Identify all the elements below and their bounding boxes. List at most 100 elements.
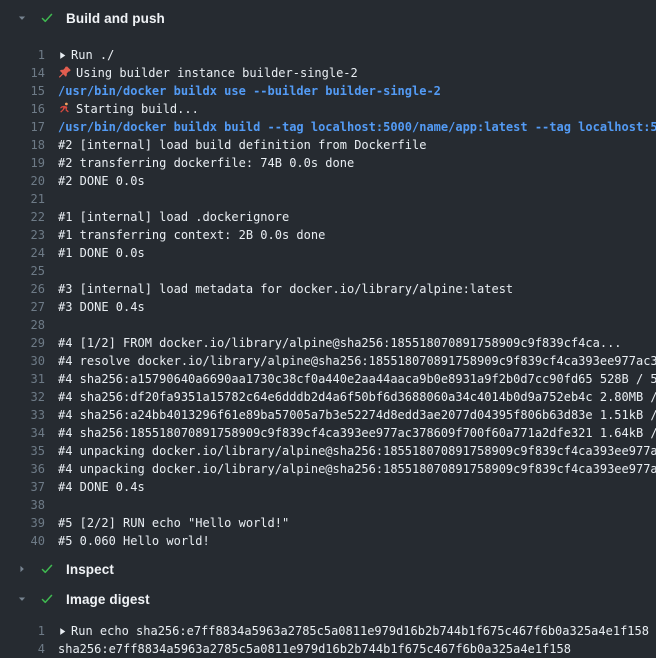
line-number[interactable]: 15: [0, 82, 45, 100]
line-text: #4 unpacking docker.io/library/alpine@sh…: [58, 460, 656, 478]
line-content: #4 unpacking docker.io/library/alpine@sh…: [58, 462, 656, 476]
log-section-build-and-push: Build and push 1 Run ./ 14 Using builder…: [0, 0, 656, 554]
line-number[interactable]: 32: [0, 388, 45, 406]
log-line: 24 #1 DONE 0.0s: [0, 244, 656, 262]
line-number[interactable]: 27: [0, 298, 45, 316]
line-content: #1 [internal] load .dockerignore: [58, 210, 289, 224]
line-text: #1 transferring context: 2B 0.0s done: [58, 226, 325, 244]
section-header-inspect[interactable]: Inspect: [0, 554, 656, 584]
line-number[interactable]: 37: [0, 478, 45, 496]
section-title: Inspect: [66, 562, 114, 577]
line-number[interactable]: 21: [0, 190, 45, 208]
section-header-build-and-push[interactable]: Build and push: [0, 0, 656, 36]
line-content: #1 DONE 0.0s: [58, 246, 145, 260]
line-content: #3 DONE 0.4s: [58, 300, 145, 314]
line-number[interactable]: 19: [0, 154, 45, 172]
line-number[interactable]: 38: [0, 496, 45, 514]
line-content: #4 unpacking docker.io/library/alpine@sh…: [58, 444, 656, 458]
line-number[interactable]: 20: [0, 172, 45, 190]
line-content: #4 sha256:a24bb4013296f61e89ba57005a7b3e…: [58, 408, 656, 422]
log-line: 16 Starting build...: [0, 100, 656, 118]
chevron-down-icon: [16, 594, 28, 604]
line-number[interactable]: 1: [0, 46, 45, 64]
line-text: #3 [internal] load metadata for docker.i…: [58, 280, 513, 298]
line-content: Using builder instance builder-single-2: [76, 66, 358, 80]
line-text: #1 DONE 0.0s: [58, 244, 145, 262]
line-text: Using builder instance builder-single-2: [58, 64, 358, 82]
line-content: #5 [2/2] RUN echo "Hello world!": [58, 516, 289, 530]
line-number[interactable]: 23: [0, 226, 45, 244]
line-content: Starting build...: [76, 102, 199, 116]
line-content: #1 transferring context: 2B 0.0s done: [58, 228, 325, 242]
line-number[interactable]: 31: [0, 370, 45, 388]
success-check-icon: [40, 11, 54, 25]
log-line: 18 #2 [internal] load build definition f…: [0, 136, 656, 154]
log-line: 34 #4 sha256:185518070891758909c9f839cf4…: [0, 424, 656, 442]
line-number[interactable]: 17: [0, 118, 45, 136]
log-line: 15 /usr/bin/docker buildx use --builder …: [0, 82, 656, 100]
log-line: 26 #3 [internal] load metadata for docke…: [0, 280, 656, 298]
line-text: #5 [2/2] RUN echo "Hello world!": [58, 514, 289, 532]
log-line: 40 #5 0.060 Hello world!: [0, 532, 656, 550]
line-number[interactable]: 24: [0, 244, 45, 262]
line-number[interactable]: 33: [0, 406, 45, 424]
expand-group-icon[interactable]: [58, 623, 67, 640]
log-line: 36 #4 unpacking docker.io/library/alpine…: [0, 460, 656, 478]
line-content: /usr/bin/docker buildx use --builder bui…: [58, 84, 441, 98]
line-number[interactable]: 26: [0, 280, 45, 298]
success-check-icon: [40, 592, 54, 606]
log-line: 1 Run ./: [0, 46, 656, 64]
line-content: #5 0.060 Hello world!: [58, 534, 210, 548]
line-text: #1 [internal] load .dockerignore: [58, 208, 289, 226]
line-number[interactable]: 35: [0, 442, 45, 460]
line-number[interactable]: 36: [0, 460, 45, 478]
line-text: #2 transferring dockerfile: 74B 0.0s don…: [58, 154, 354, 172]
line-number[interactable]: 14: [0, 64, 45, 82]
log-line: 33 #4 sha256:a24bb4013296f61e89ba57005a7…: [0, 406, 656, 424]
line-text: #4 resolve docker.io/library/alpine@sha2…: [58, 352, 656, 370]
line-number[interactable]: 4: [0, 640, 45, 658]
line-content: Run ./: [71, 48, 114, 62]
line-number[interactable]: 16: [0, 100, 45, 118]
log-line: 31 #4 sha256:a15790640a6690aa1730c38cf0a…: [0, 370, 656, 388]
line-number[interactable]: 28: [0, 316, 45, 334]
log-lines: 1 Run ./ 14 Using builder instance build…: [0, 36, 656, 554]
log-line: 37 #4 DONE 0.4s: [0, 478, 656, 496]
line-number[interactable]: 39: [0, 514, 45, 532]
log-line: 1 Run echo sha256:e7ff8834a5963a2785c5a0…: [0, 622, 656, 640]
line-text: #4 DONE 0.4s: [58, 478, 145, 496]
line-content: #2 transferring dockerfile: 74B 0.0s don…: [58, 156, 354, 170]
expand-group-icon[interactable]: [58, 47, 67, 64]
section-title: Image digest: [66, 592, 150, 607]
line-content: #4 [1/2] FROM docker.io/library/alpine@s…: [58, 336, 622, 350]
section-header-image-digest[interactable]: Image digest: [0, 584, 656, 614]
line-number[interactable]: 29: [0, 334, 45, 352]
log-line: 21: [0, 190, 656, 208]
line-number[interactable]: 1: [0, 622, 45, 640]
line-text: #3 DONE 0.4s: [58, 298, 145, 316]
line-content: #4 resolve docker.io/library/alpine@sha2…: [58, 354, 656, 368]
line-content: Run echo sha256:e7ff8834a5963a2785c5a081…: [71, 624, 649, 638]
log-line: 39 #5 [2/2] RUN echo "Hello world!": [0, 514, 656, 532]
line-text: #2 DONE 0.0s: [58, 172, 145, 190]
line-number[interactable]: 34: [0, 424, 45, 442]
line-content: #4 sha256:df20fa9351a15782c64e6dddb2d4a6…: [58, 390, 656, 404]
log-line: 23 #1 transferring context: 2B 0.0s done: [0, 226, 656, 244]
line-content: sha256:e7ff8834a5963a2785c5a0811e979d16b…: [58, 642, 571, 656]
log-line: 32 #4 sha256:df20fa9351a15782c64e6dddb2d…: [0, 388, 656, 406]
line-text: #4 sha256:a15790640a6690aa1730c38cf0a440…: [58, 370, 656, 388]
line-text: Run echo sha256:e7ff8834a5963a2785c5a081…: [58, 622, 649, 640]
log-line: 20 #2 DONE 0.0s: [0, 172, 656, 190]
log-line: 30 #4 resolve docker.io/library/alpine@s…: [0, 352, 656, 370]
line-text: #2 [internal] load build definition from…: [58, 136, 426, 154]
log-line: 35 #4 unpacking docker.io/library/alpine…: [0, 442, 656, 460]
line-number[interactable]: 18: [0, 136, 45, 154]
line-number[interactable]: 22: [0, 208, 45, 226]
line-number[interactable]: 30: [0, 352, 45, 370]
line-text: /usr/bin/docker buildx use --builder bui…: [58, 82, 441, 100]
line-number[interactable]: 40: [0, 532, 45, 550]
line-text: #4 sha256:df20fa9351a15782c64e6dddb2d4a6…: [58, 388, 656, 406]
line-number[interactable]: 25: [0, 262, 45, 280]
line-content: #3 [internal] load metadata for docker.i…: [58, 282, 513, 296]
log-line: 25: [0, 262, 656, 280]
